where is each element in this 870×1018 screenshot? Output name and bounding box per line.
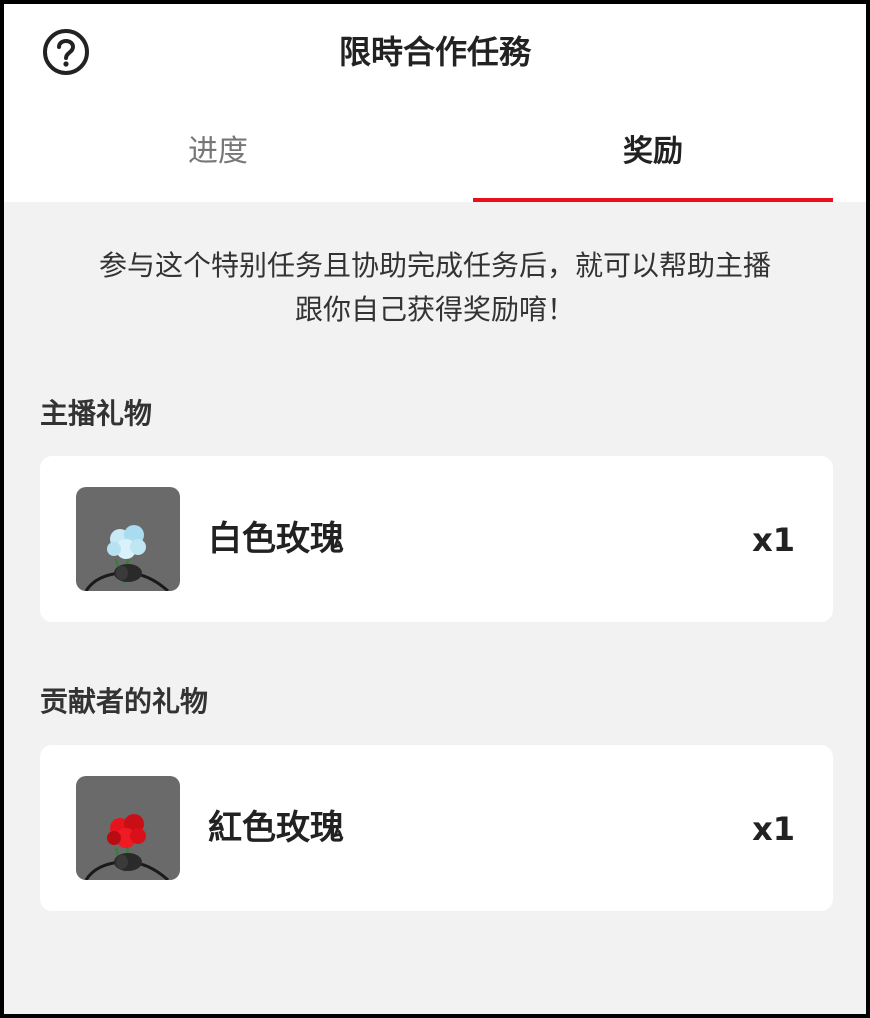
- gift-card-contributor: 紅色玫瑰 x1: [40, 745, 833, 911]
- gift-quantity: x1: [752, 810, 795, 848]
- red-rose-icon: [76, 776, 180, 880]
- description-line-1: 参与这个特别任务且协助完成任务后，就可以帮助主播: [98, 249, 771, 282]
- tab-progress[interactable]: 进度: [38, 130, 398, 174]
- top-bar: 限時合作任務 进度 奖励: [4, 4, 866, 202]
- gift-quantity: x1: [752, 521, 795, 559]
- description: 参与这个特别任务且协助完成任务后，就可以帮助主播 跟你自己获得奖励唷！: [34, 244, 836, 332]
- section-title-contributor-gift: 贡献者的礼物: [40, 685, 209, 718]
- description-line-2: 跟你自己获得奖励唷！: [294, 293, 575, 326]
- tab-rewards[interactable]: 奖励: [473, 130, 833, 174]
- active-tab-indicator: [473, 198, 833, 202]
- white-rose-icon: [76, 487, 180, 591]
- section-title-streamer-gift: 主播礼物: [40, 397, 153, 430]
- app-frame: 限時合作任務 进度 奖励 参与这个特别任务且协助完成任务后，就可以帮助主播 跟你…: [4, 4, 866, 1014]
- gift-name: 紅色玫瑰: [208, 808, 344, 848]
- gift-card-streamer: 白色玫瑰 x1: [40, 456, 833, 622]
- gift-name: 白色玫瑰: [208, 519, 344, 559]
- page-title: 限時合作任務: [338, 33, 531, 71]
